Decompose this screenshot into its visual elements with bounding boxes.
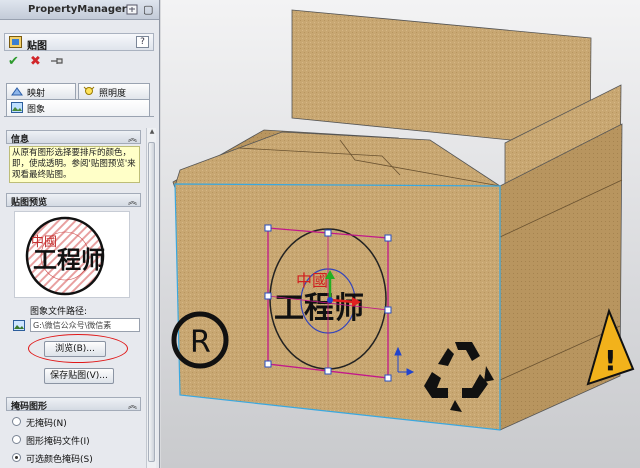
radio-dot[interactable] bbox=[12, 435, 21, 444]
resize-handle[interactable] bbox=[384, 306, 392, 314]
panel-scrollbar[interactable]: ▲ bbox=[146, 128, 156, 468]
scroll-thumb[interactable] bbox=[148, 142, 155, 462]
preview-stamp-graphic: 中國 工程师 bbox=[25, 216, 105, 296]
box-model-viewport[interactable]: R ! 中國 工程师 bbox=[161, 0, 640, 468]
file-path-field[interactable]: G:\微信公众号\微信素 bbox=[30, 318, 140, 332]
mapping-icon bbox=[11, 87, 23, 96]
tab-mapping[interactable]: 映射 bbox=[6, 83, 76, 99]
decal-feature-icon bbox=[9, 36, 22, 48]
property-manager-panel: PropertyManager ▢ 贴图 ? ✔ ✖ 映射 照明度 图象 信息 … bbox=[0, 0, 160, 468]
radio-dot[interactable] bbox=[12, 417, 21, 426]
warning-exclamation: ! bbox=[604, 344, 617, 377]
light-bulb-icon bbox=[83, 86, 95, 95]
tab-illumination-label: 照明度 bbox=[99, 89, 127, 99]
mask-header-label: 掩码图形 bbox=[11, 402, 48, 412]
keep-visible-pushpin-icon[interactable] bbox=[50, 55, 64, 67]
file-path-label: 图象文件路径: bbox=[30, 307, 88, 317]
collapse-chevron-icon[interactable]: ︽ bbox=[128, 131, 137, 144]
feature-header: 贴图 ? bbox=[4, 33, 154, 52]
collapse-chevron-icon[interactable]: ︽ bbox=[128, 398, 137, 411]
decal-stamp-main-text: 工程师 bbox=[274, 291, 364, 326]
info-group-header[interactable]: 信息 ︽ bbox=[6, 130, 141, 145]
tab-mapping-label: 映射 bbox=[27, 89, 46, 99]
radio-dot-selected[interactable] bbox=[12, 453, 21, 462]
tab-image-label: 图象 bbox=[27, 105, 46, 115]
help-button[interactable]: ? bbox=[136, 36, 149, 48]
graphics-area[interactable]: R ! 中國 工程师 bbox=[161, 0, 640, 468]
ok-check-icon[interactable]: ✔ bbox=[8, 55, 19, 68]
decal-preview-group-header[interactable]: 贴图预览 ︽ bbox=[6, 193, 141, 208]
scroll-up-arrow-icon[interactable]: ▲ bbox=[147, 128, 157, 138]
preview-stamp-main-text: 工程师 bbox=[33, 245, 105, 274]
preview-header-label: 贴图预览 bbox=[11, 198, 48, 208]
resize-handle[interactable] bbox=[264, 224, 272, 232]
resize-handle[interactable] bbox=[264, 292, 272, 300]
resize-handle[interactable] bbox=[324, 229, 332, 237]
info-message: 从原有图形选择要排斥的颜色，即，使成透明。参阅'贴图预览'来观看最终贴图。 bbox=[9, 146, 140, 183]
image-icon bbox=[11, 102, 23, 113]
browse-button[interactable]: 浏览(B)... bbox=[44, 341, 106, 357]
tab-image[interactable]: 图象 bbox=[6, 99, 150, 116]
tab-illumination[interactable]: 照明度 bbox=[78, 83, 150, 99]
feature-title: 贴图 bbox=[27, 41, 47, 52]
radio-no-mask-label: 无掩码(N) bbox=[26, 419, 67, 429]
tab-divider bbox=[4, 116, 154, 117]
property-manager-title: PropertyManager bbox=[28, 4, 127, 15]
cancel-x-icon[interactable]: ✖ bbox=[30, 55, 41, 68]
decal-preview-image: 中國 工程师 bbox=[14, 211, 130, 298]
box-top-front-flap[interactable] bbox=[174, 131, 502, 187]
resize-handle[interactable] bbox=[384, 374, 392, 382]
collapse-chevron-icon[interactable]: ︽ bbox=[128, 194, 137, 207]
resize-handle[interactable] bbox=[384, 234, 392, 242]
image-file-icon bbox=[13, 320, 25, 331]
property-manager-titlebar: PropertyManager ▢ bbox=[0, 0, 159, 20]
radio-selective-color-label: 可选颜色掩码(S) bbox=[26, 455, 93, 465]
save-decal-button[interactable]: 保存贴图(V)... bbox=[44, 368, 114, 384]
info-header-label: 信息 bbox=[11, 135, 30, 145]
radio-graphic-mask-label: 图形掩码文件(I) bbox=[26, 437, 90, 447]
registered-letter: R bbox=[190, 325, 211, 360]
resize-handle[interactable] bbox=[264, 360, 272, 368]
close-panel-icon[interactable]: ▢ bbox=[143, 3, 153, 16]
decal-stamp-top-text: 中國 bbox=[296, 271, 328, 290]
resize-handle[interactable] bbox=[324, 367, 332, 375]
mask-group-header[interactable]: 掩码图形 ︽ bbox=[6, 397, 141, 412]
pin-icon[interactable] bbox=[126, 4, 138, 15]
